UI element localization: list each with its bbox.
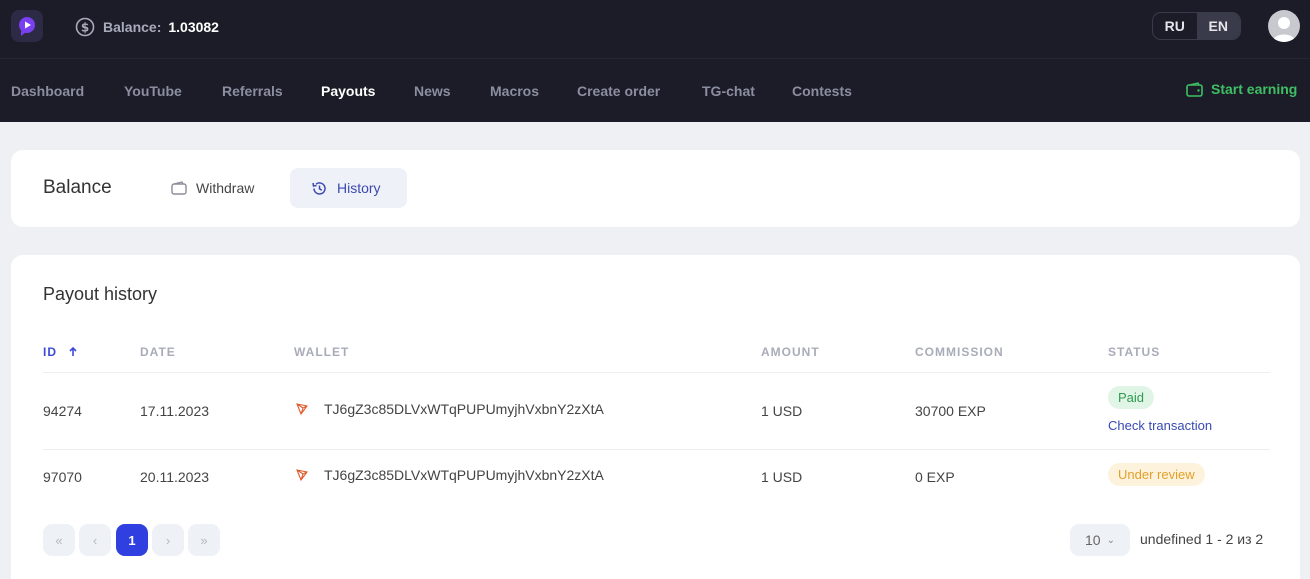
sort-arrow-up-icon (69, 346, 77, 356)
row-commission: 0 EXP (915, 469, 955, 485)
avatar[interactable] (1268, 10, 1300, 42)
balance-card: Balance Withdraw History (11, 150, 1300, 227)
pagination-page-1[interactable]: 1 (116, 524, 148, 556)
nav-item-tg-chat[interactable]: TG-chat (702, 83, 755, 99)
nav-item-macros[interactable]: Macros (490, 83, 539, 99)
status-badge: Paid (1108, 386, 1155, 409)
row-wallet: TJ6gZ3c85DLVxWTqPUPUmyjhVxbnY2zXtA (296, 467, 604, 483)
row-wallet: TJ6gZ3c85DLVxWTqPUPUmyjhVxbnY2zXtA (296, 401, 604, 417)
row-date: 17.11.2023 (140, 403, 210, 419)
per-page-select[interactable]: 10 ⌄ (1070, 524, 1130, 556)
table-divider (43, 449, 1270, 450)
app-logo-icon (19, 17, 35, 36)
row-id: 94274 (43, 403, 82, 419)
tron-icon (296, 469, 308, 481)
column-header-id[interactable]: ID (43, 345, 78, 359)
column-header-amount[interactable]: AMOUNT (761, 345, 820, 359)
nav-item-youtube[interactable]: YouTube (124, 83, 182, 99)
tab-history-label: History (337, 180, 381, 196)
svg-text:$: $ (81, 21, 89, 35)
nav-item-referrals[interactable]: Referrals (222, 83, 283, 99)
nav-item-payouts[interactable]: Payouts (321, 83, 375, 99)
column-header-id-label: ID (43, 345, 57, 359)
pagination-first-button[interactable]: « (43, 524, 75, 556)
tab-withdraw[interactable]: Withdraw (159, 168, 266, 208)
balance-label: Balance: (103, 19, 162, 35)
nav-item-create-order[interactable]: Create order (577, 83, 660, 99)
tab-history[interactable]: History (290, 168, 407, 208)
nav-item-dashboard[interactable]: Dashboard (11, 83, 84, 99)
chevron-down-icon: ⌄ (1106, 534, 1115, 546)
wallet-address: TJ6gZ3c85DLVxWTqPUPUmyjhVxbnY2zXtA (324, 401, 604, 417)
pagination-last-button[interactable]: » (188, 524, 220, 556)
logo[interactable] (11, 10, 43, 42)
column-header-wallet[interactable]: WALLET (294, 345, 349, 359)
nav-item-contests[interactable]: Contests (792, 83, 852, 99)
row-amount: 1 USD (761, 403, 803, 419)
column-header-status[interactable]: STATUS (1108, 345, 1160, 359)
pagination-range: undefined 1 - 2 из 2 (1140, 531, 1264, 547)
check-transaction-link[interactable]: Check transaction (1108, 418, 1212, 433)
row-amount: 1 USD (761, 469, 803, 485)
top-bar: $ Balance: 1.03082 RU EN (0, 0, 1310, 58)
balance-value: 1.03082 (168, 19, 219, 35)
pagination-next-button[interactable]: › (152, 524, 184, 556)
user-avatar-icon (1272, 17, 1296, 42)
lang-en-button[interactable]: EN (1196, 13, 1240, 39)
wallet-icon (1186, 81, 1203, 97)
history-clock-icon (312, 181, 326, 195)
row-date: 20.11.2023 (140, 469, 210, 485)
per-page-value: 10 (1085, 532, 1101, 548)
lang-ru-button[interactable]: RU (1153, 13, 1197, 39)
tron-icon (296, 403, 308, 415)
start-earning-button[interactable]: Start earning (1186, 81, 1297, 97)
column-header-date[interactable]: DATE (140, 345, 176, 359)
payout-history-title: Payout history (43, 284, 158, 304)
wallet-address: TJ6gZ3c85DLVxWTqPUPUmyjhVxbnY2zXtA (324, 467, 604, 483)
status-badge: Under review (1108, 463, 1205, 486)
language-switcher: RU EN (1152, 12, 1241, 40)
row-commission: 30700 EXP (915, 403, 986, 419)
row-id: 97070 (43, 469, 82, 485)
main-nav: Dashboard YouTube Referrals Payouts News… (0, 58, 1310, 122)
balance-display: $ Balance: 1.03082 (75, 16, 219, 38)
tab-withdraw-label: Withdraw (196, 180, 255, 196)
wallet-icon (171, 181, 187, 195)
pagination-prev-button[interactable]: ‹ (79, 524, 111, 556)
dollar-coin-icon: $ (75, 17, 95, 37)
column-header-commission[interactable]: COMMISSION (915, 345, 1004, 359)
payout-history-card: Payout history ID DATE WALLET AMOUNT COM… (11, 255, 1300, 579)
table-divider (43, 372, 1270, 373)
nav-item-news[interactable]: News (414, 83, 451, 99)
start-earning-label: Start earning (1211, 81, 1298, 97)
balance-title: Balance (43, 177, 112, 198)
